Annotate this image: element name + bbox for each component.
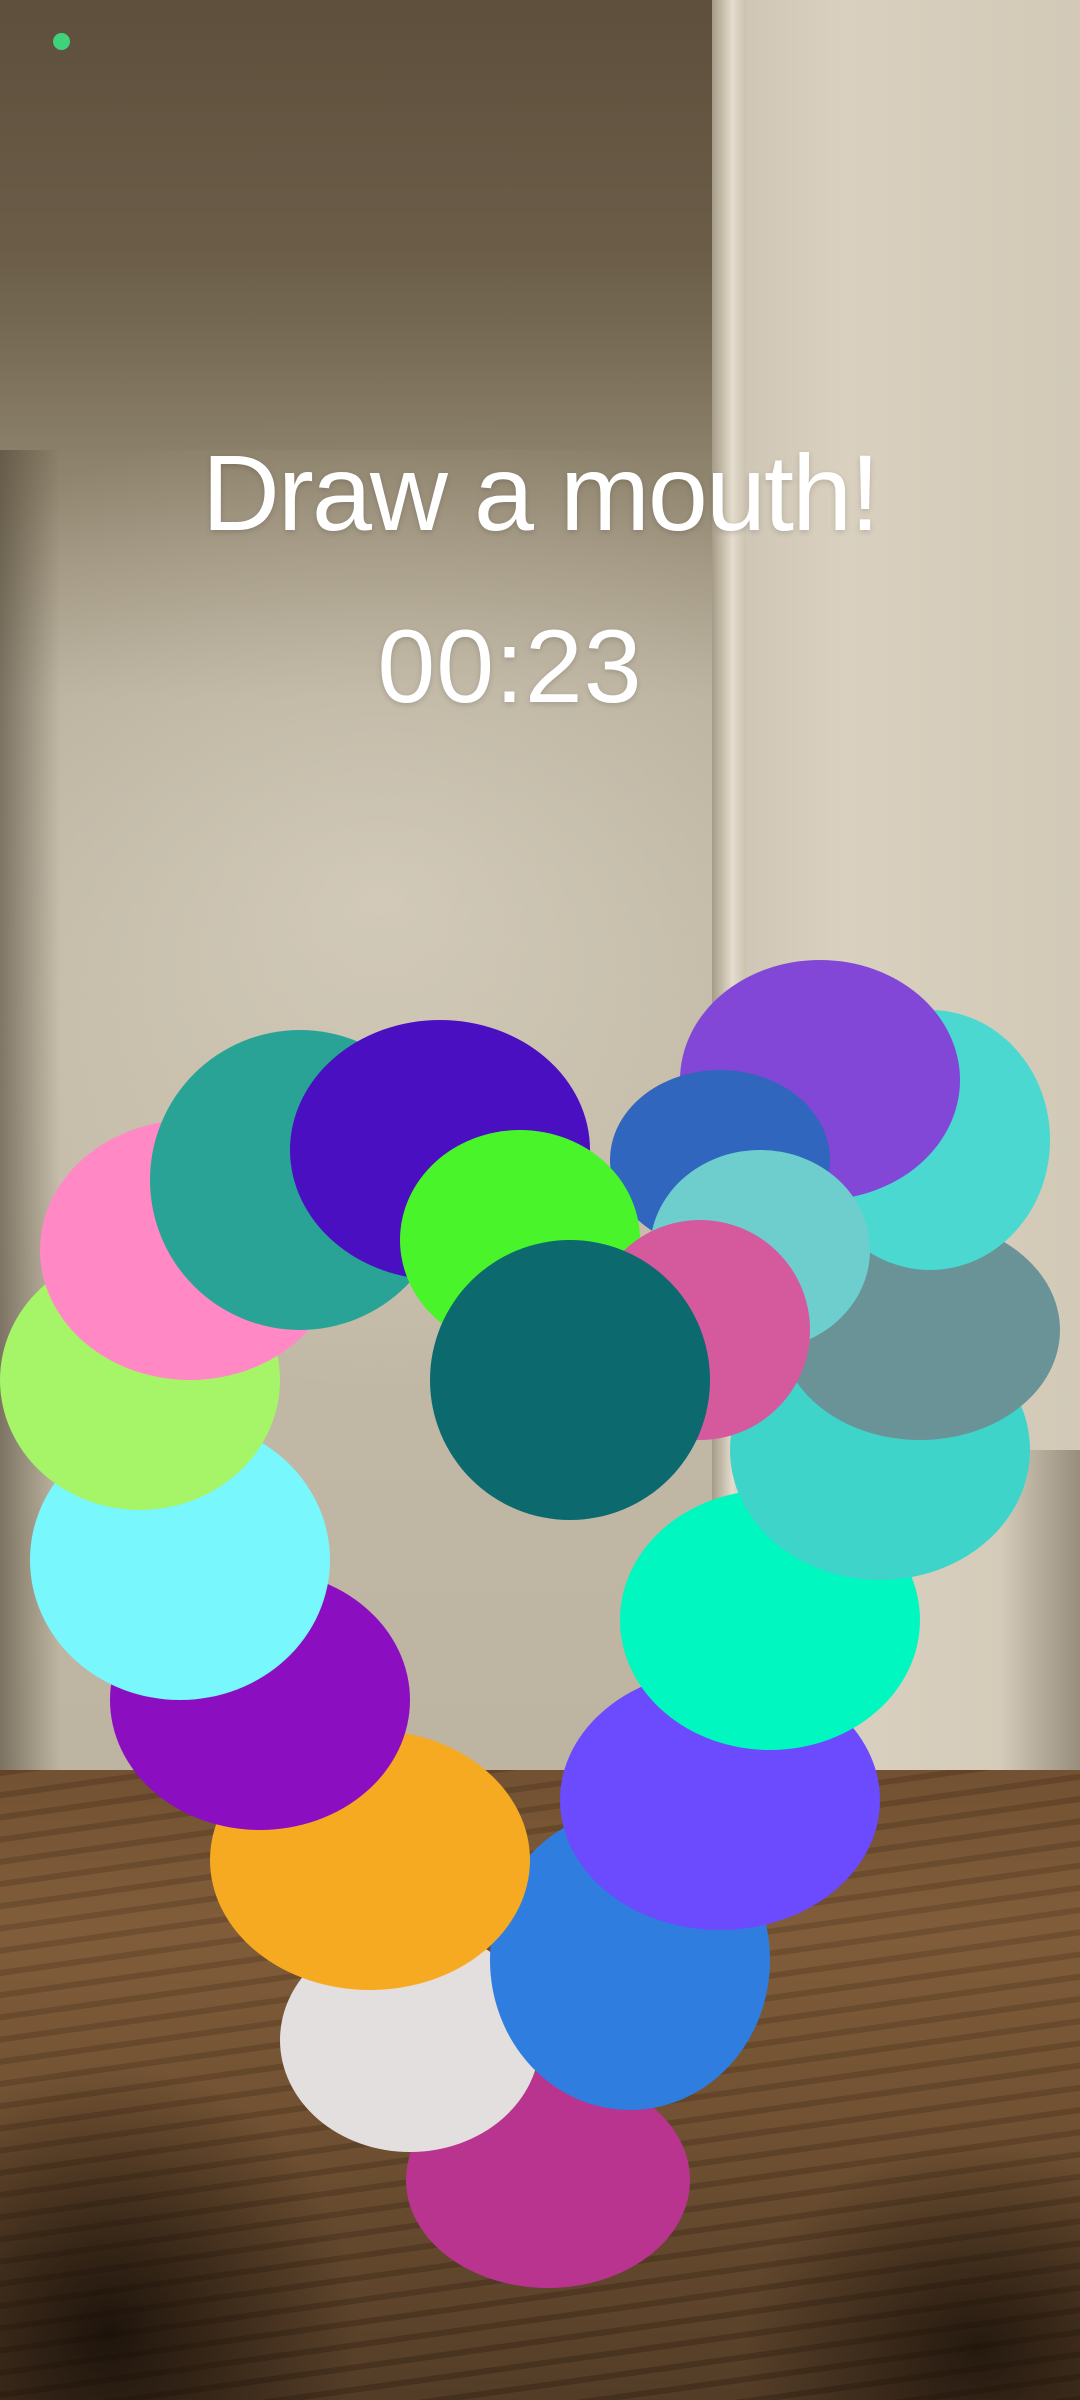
heart-drawing-strokes [0,960,1060,2288]
countdown-timer: 00:23 [377,609,643,725]
drawing-canvas[interactable] [0,0,1080,2400]
drawn-stroke-blob [430,1240,710,1520]
drawing-prompt: Draw a mouth! [201,432,880,553]
